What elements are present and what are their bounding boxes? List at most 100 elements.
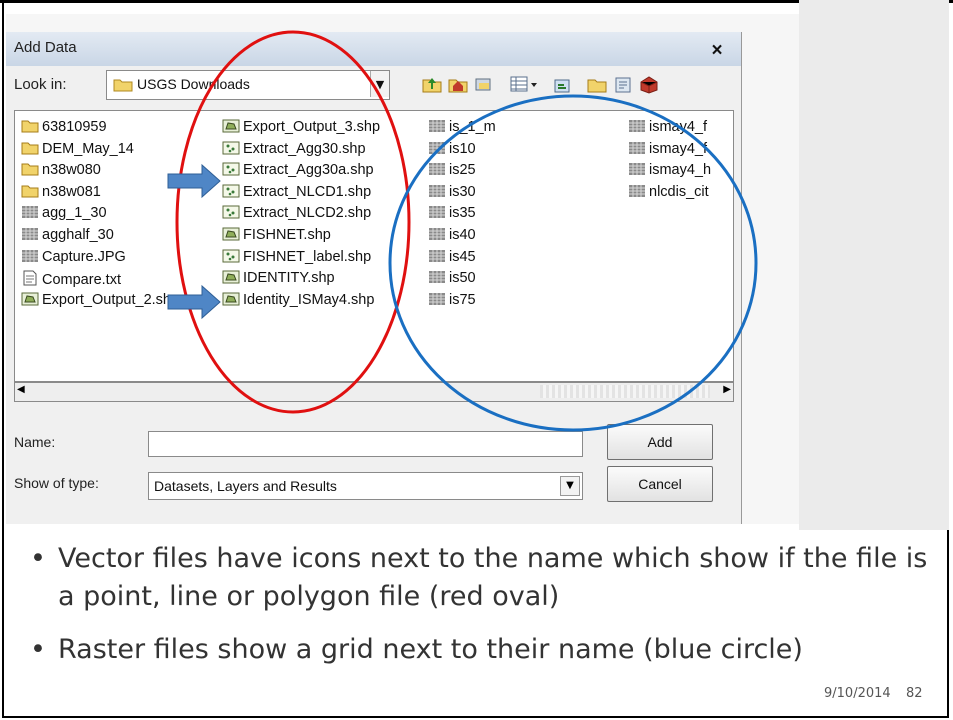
show-of-type-label: Show of type:: [14, 475, 99, 491]
point-icon: [222, 141, 240, 159]
chevron-down-icon[interactable]: ▼: [370, 71, 389, 97]
point-icon: [222, 184, 240, 202]
polygon-icon: [222, 119, 240, 137]
file-name: ismay4_h: [649, 162, 712, 179]
file-name: Capture.JPG: [42, 248, 126, 265]
file-item[interactable]: nlcdis_cit: [628, 184, 709, 203]
raster-icon: [428, 119, 446, 137]
slide-date: 9/10/2014: [824, 686, 891, 701]
file-item[interactable]: ismay4_h: [628, 162, 711, 181]
file-name: is75: [449, 291, 476, 308]
scroll-left-icon[interactable]: ◀: [17, 384, 25, 395]
file-list[interactable]: 63810959 DEM_May_14 n38w080 n38w081 agg_1_30…: [14, 110, 734, 382]
file-item[interactable]: is_1_m: [428, 119, 496, 138]
file-item[interactable]: ismay4_f: [628, 141, 707, 160]
file-item[interactable]: Extract_Agg30a.shp: [222, 162, 374, 181]
file-item[interactable]: is25: [428, 162, 476, 181]
dialog-titlebar: Add Data ×: [6, 32, 741, 66]
add-button[interactable]: Add: [607, 424, 713, 460]
show-of-type-select[interactable]: Datasets, Layers and Results ▼: [148, 472, 583, 500]
file-item[interactable]: is45: [428, 249, 476, 268]
file-item[interactable]: is10: [428, 141, 476, 160]
raster-icon: [628, 162, 646, 180]
file-item[interactable]: ismay4_f: [628, 119, 707, 138]
file-item[interactable]: n38w080: [21, 162, 101, 181]
file-item[interactable]: Identity_ISMay4.shp: [222, 292, 374, 311]
catalog-icon[interactable]: [612, 74, 634, 94]
text-file-icon: [21, 270, 39, 290]
raster-icon: [21, 227, 39, 245]
dialog-title: Add Data: [14, 39, 77, 56]
file-item[interactable]: Capture.JPG: [21, 249, 126, 268]
raster-icon: [428, 141, 446, 159]
close-button[interactable]: ×: [706, 41, 728, 61]
file-item[interactable]: is35: [428, 205, 476, 224]
file-name: ismay4_f: [649, 140, 708, 157]
look-in-label: Look in:: [14, 76, 67, 93]
raster-icon: [428, 270, 446, 288]
file-name: IDENTITY.shp: [243, 270, 335, 287]
file-item[interactable]: agg_1_30: [21, 205, 107, 224]
file-name: is40: [449, 227, 476, 243]
file-name: Extract_NLCD2.shp: [243, 205, 372, 222]
name-input[interactable]: [148, 431, 583, 457]
file-name: ismay4_f: [649, 119, 708, 135]
folder-icon: [21, 184, 39, 202]
file-item[interactable]: Export_Output_3.shp: [222, 119, 380, 138]
file-item[interactable]: is40: [428, 227, 476, 246]
polygon-icon: [222, 292, 240, 310]
file-item[interactable]: Extract_NLCD1.shp: [222, 184, 371, 203]
point-icon: [222, 205, 240, 223]
file-item[interactable]: Compare.txt: [21, 270, 121, 289]
file-name: FISHNET.shp: [243, 227, 331, 243]
file-name: is45: [449, 248, 476, 265]
file-name: Extract_NLCD1.shp: [243, 183, 372, 200]
file-item[interactable]: Export_Output_2.shp: [21, 292, 179, 311]
file-name: 63810959: [42, 119, 107, 135]
scrollbar-track[interactable]: [540, 385, 710, 398]
raster-icon: [428, 205, 446, 223]
file-name: agg_1_30: [42, 205, 107, 222]
raster-icon: [428, 227, 446, 245]
file-name: Export_Output_2.shp: [42, 291, 180, 308]
file-item[interactable]: DEM_May_14: [21, 141, 134, 160]
file-name: is_1_m: [449, 119, 496, 135]
file-name: Identity_ISMay4.shp: [243, 291, 375, 308]
file-item[interactable]: IDENTITY.shp: [222, 270, 335, 289]
toolbox-icon[interactable]: [638, 74, 660, 94]
connect-folder-icon[interactable]: [473, 74, 495, 94]
new-item-icon[interactable]: [552, 74, 574, 94]
file-name: is30: [449, 183, 476, 200]
point-icon: [222, 249, 240, 267]
look-in-dropdown[interactable]: USGS Downloads ▼: [106, 70, 390, 100]
file-item[interactable]: FISHNET.shp: [222, 227, 331, 246]
file-name: nlcdis_cit: [649, 183, 709, 200]
file-item[interactable]: Extract_NLCD2.shp: [222, 205, 371, 224]
file-name: n38w080: [42, 162, 101, 179]
chevron-down-icon[interactable]: ▼: [560, 476, 580, 496]
file-name: agghalf_30: [42, 227, 114, 243]
scroll-right-icon[interactable]: ▶: [723, 384, 731, 395]
file-item[interactable]: n38w081: [21, 184, 101, 203]
file-item[interactable]: 63810959: [21, 119, 107, 138]
file-name: n38w081: [42, 183, 101, 200]
file-item[interactable]: is75: [428, 292, 476, 311]
file-name: is35: [449, 205, 476, 222]
horizontal-scrollbar[interactable]: ◀ ▶: [14, 382, 734, 402]
folder-icon[interactable]: [586, 74, 608, 94]
up-one-level-icon[interactable]: [421, 74, 443, 94]
cancel-button[interactable]: Cancel: [607, 466, 713, 502]
file-name: Compare.txt: [42, 272, 121, 289]
raster-icon: [428, 292, 446, 310]
file-item[interactable]: FISHNET_label.shp: [222, 249, 371, 268]
file-item[interactable]: is50: [428, 270, 476, 289]
file-item[interactable]: Extract_Agg30.shp: [222, 141, 366, 160]
file-item[interactable]: is30: [428, 184, 476, 203]
screenshot-margin: [799, 0, 949, 530]
file-name: is10: [449, 140, 476, 157]
view-options-icon[interactable]: [509, 74, 539, 94]
raster-icon: [628, 119, 646, 137]
file-item[interactable]: agghalf_30: [21, 227, 114, 246]
home-icon[interactable]: [447, 74, 469, 94]
file-name: Extract_Agg30.shp: [243, 140, 366, 157]
